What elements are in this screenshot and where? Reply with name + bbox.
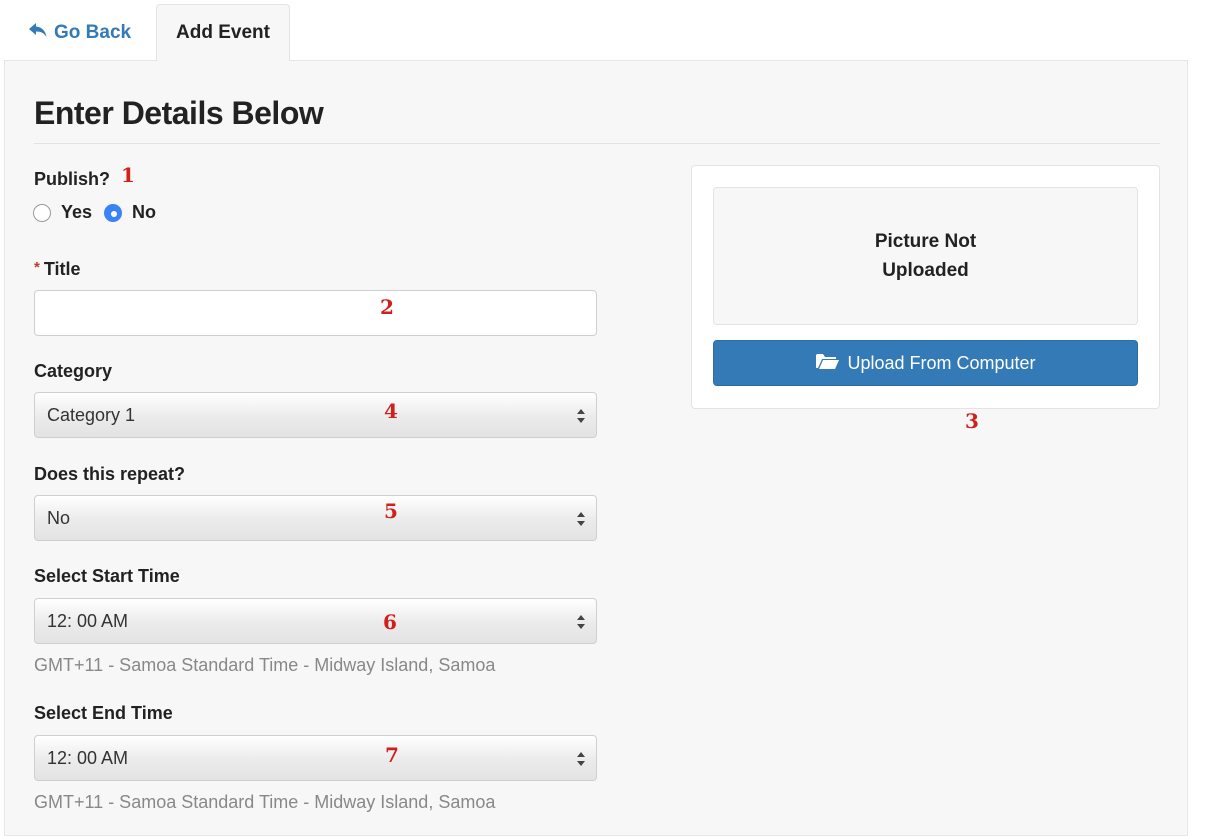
end-time-selected-value: 12: 00 AM xyxy=(47,747,129,768)
annotation-marker-3: 3 xyxy=(965,409,979,433)
tab-bar: Go Back Add Event xyxy=(0,0,1206,61)
folder-open-icon xyxy=(815,352,840,375)
publish-radio-group: Yes No xyxy=(33,202,168,223)
start-time-label: Select Start Time xyxy=(34,566,180,586)
preview-text-line1: Picture Not xyxy=(874,231,977,252)
sort-arrows-icon xyxy=(577,512,585,526)
annotation-marker-1: 1 xyxy=(121,163,135,187)
reply-arrow-icon xyxy=(28,22,48,44)
title-label-text: Title xyxy=(43,259,81,279)
repeat-select[interactable]: No xyxy=(34,495,597,541)
publish-yes-radio[interactable] xyxy=(33,203,51,222)
annotation-marker-5: 5 xyxy=(384,499,398,523)
category-select[interactable]: Category 1 xyxy=(34,392,597,438)
go-back-label: Go Back xyxy=(54,22,132,43)
start-time-select[interactable]: 12: 00 AM xyxy=(34,598,597,644)
go-back-tab[interactable]: Go Back xyxy=(28,18,131,48)
page-title: Enter Details Below xyxy=(34,95,324,131)
picture-preview: Picture Not Uploaded xyxy=(713,187,1138,325)
end-time-label: Select End Time xyxy=(34,703,173,723)
publish-no-label[interactable]: No xyxy=(132,202,156,223)
annotation-marker-4: 4 xyxy=(384,399,398,423)
sort-arrows-icon xyxy=(577,752,585,766)
annotation-marker-6: 6 xyxy=(383,610,397,634)
sort-arrows-icon xyxy=(577,615,585,629)
end-time-select[interactable]: 12: 00 AM xyxy=(34,735,597,781)
start-time-selected-value: 12: 00 AM xyxy=(47,610,129,631)
tab-add-event[interactable]: Add Event xyxy=(156,4,290,61)
form-panel: Enter Details Below Publish? 1 Yes No * T… xyxy=(4,60,1188,836)
upload-from-computer-button[interactable]: Upload From Computer xyxy=(713,340,1138,386)
start-timezone-note: GMT+11 - Samoa Standard Time - Midway Is… xyxy=(34,655,496,675)
repeat-label: Does this repeat? xyxy=(34,464,186,484)
heading-divider xyxy=(34,143,1160,144)
preview-text-line2: Uploaded xyxy=(882,260,969,281)
upload-button-label: Upload From Computer xyxy=(847,352,1036,373)
picture-upload-card: Picture Not Uploaded Upload From Compute… xyxy=(691,165,1160,409)
annotation-marker-2: 2 xyxy=(380,295,394,319)
end-timezone-note: GMT+11 - Samoa Standard Time - Midway Is… xyxy=(34,792,496,812)
annotation-marker-7: 7 xyxy=(385,743,399,767)
title-label: * Title xyxy=(34,259,81,280)
publish-yes-label[interactable]: Yes xyxy=(61,202,92,223)
category-selected-value: Category 1 xyxy=(47,404,136,425)
title-input[interactable] xyxy=(34,290,597,336)
publish-label: Publish? xyxy=(34,169,110,189)
category-label: Category xyxy=(34,361,113,381)
sort-arrows-icon xyxy=(577,409,585,423)
publish-no-radio[interactable] xyxy=(104,203,123,222)
required-mark: * xyxy=(34,259,40,276)
repeat-selected-value: No xyxy=(47,507,71,528)
tab-add-event-label: Add Event xyxy=(176,22,270,43)
